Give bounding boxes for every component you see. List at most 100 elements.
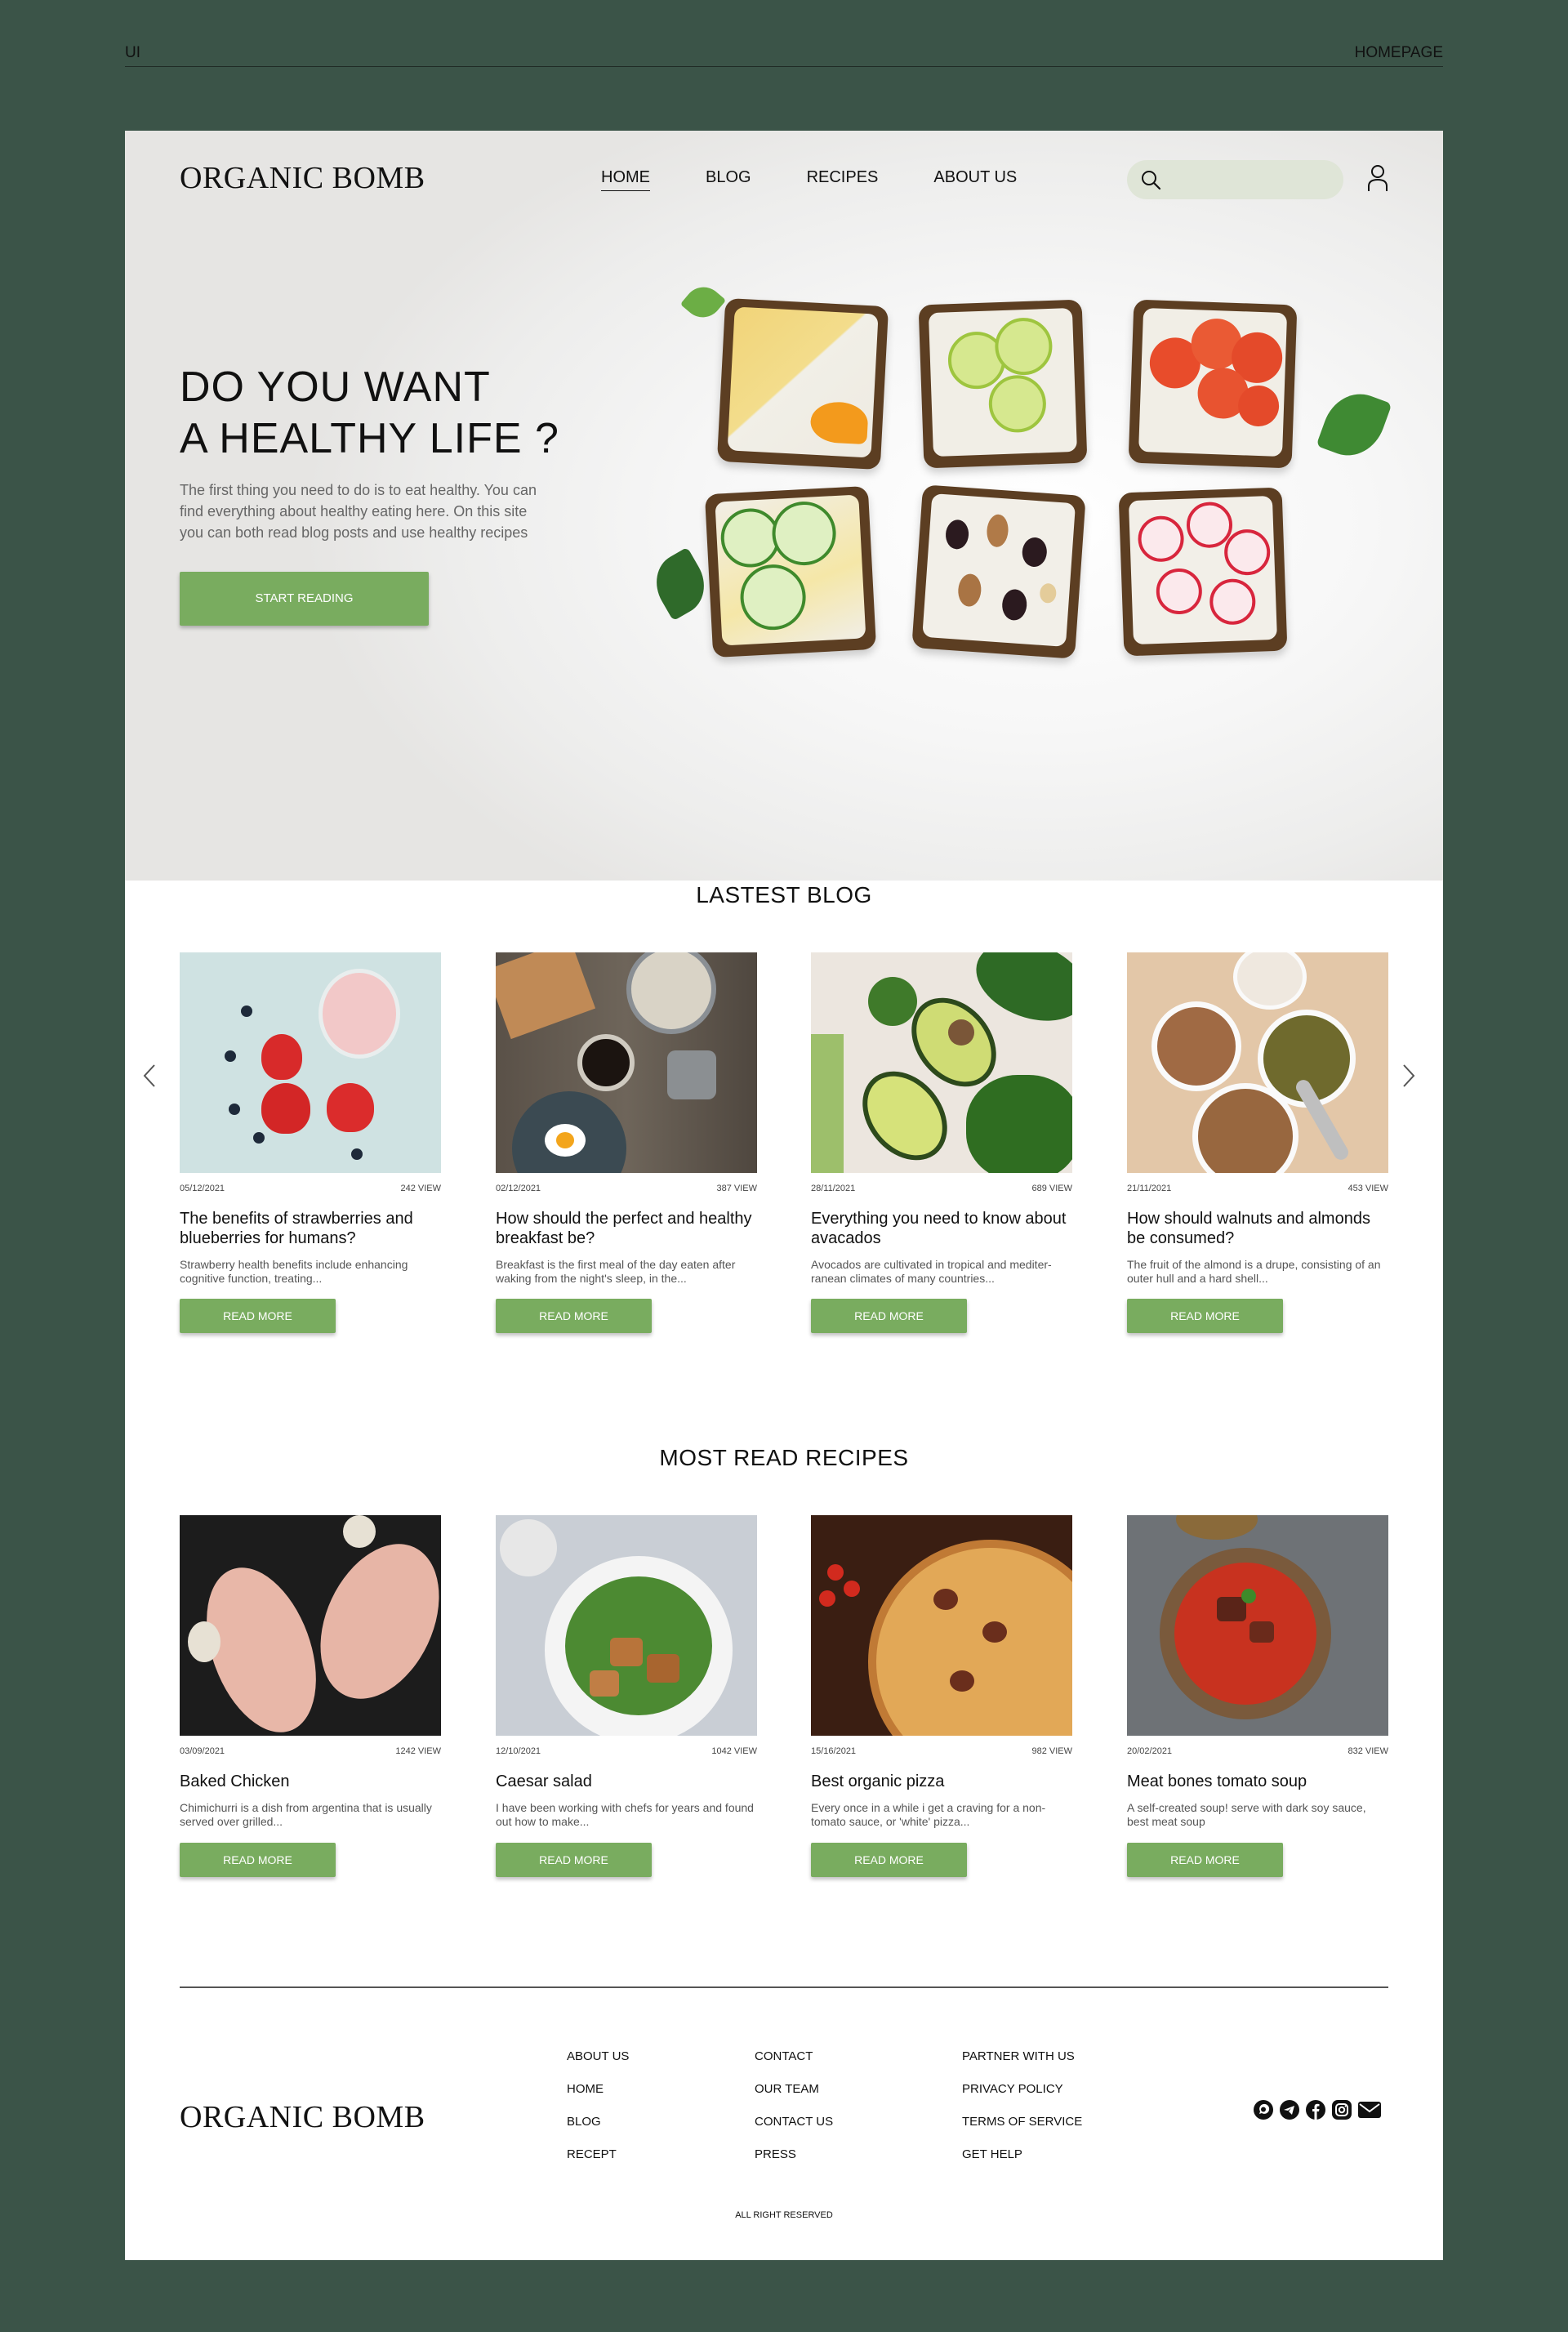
post-date: 02/12/2021: [496, 1184, 541, 1193]
recipe-meta: 03/09/2021 1242 VIEW: [180, 1746, 441, 1756]
telegram-icon[interactable]: [1279, 2099, 1300, 2120]
footer-divider: [180, 1986, 1388, 1988]
start-reading-button[interactable]: START READING: [180, 572, 429, 626]
blog-image-breakfast[interactable]: [496, 952, 757, 1173]
recipe-image-chicken[interactable]: [180, 1515, 441, 1736]
whatsapp-icon[interactable]: [1253, 2099, 1274, 2120]
leaf-garnish: [1316, 384, 1392, 466]
recipe-title[interactable]: Baked Chicken: [180, 1772, 441, 1791]
post-title[interactable]: Everything you need to know about avacad…: [811, 1209, 1072, 1248]
recipe-date: 15/16/2021: [811, 1746, 857, 1756]
post-title[interactable]: How should walnuts and almonds be consum…: [1127, 1209, 1388, 1248]
footer-link-recept[interactable]: RECEPT: [567, 2147, 629, 2179]
recipe-excerpt: I have been working with chefs for years…: [496, 1801, 754, 1828]
facebook-icon[interactable]: [1305, 2099, 1326, 2120]
chevron-right-icon[interactable]: [1399, 1063, 1417, 1088]
blog-section-title: LASTEST BLOG: [696, 882, 872, 907]
footer-link-blog[interactable]: BLOG: [567, 2114, 629, 2147]
recipe-image-caesar-salad[interactable]: [496, 1515, 757, 1736]
search-input[interactable]: [1127, 160, 1343, 199]
blog-image-nuts[interactable]: [1127, 952, 1388, 1173]
footer-column-1: ABOUT US HOME BLOG RECEPT: [567, 2049, 629, 2179]
blog-meta: 21/11/2021 453 VIEW: [1127, 1184, 1388, 1193]
post-date: 21/11/2021: [1127, 1184, 1172, 1193]
recipe-views: 1042 VIEW: [711, 1746, 757, 1756]
recipe-title[interactable]: Meat bones tomato soup: [1127, 1772, 1388, 1791]
toast-tomato: [1128, 299, 1298, 469]
footer-link-terms[interactable]: TERMS OF SERVICE: [962, 2114, 1082, 2147]
toast-nuts: [911, 484, 1086, 659]
recipe-views: 832 VIEW: [1348, 1746, 1388, 1756]
post-excerpt: Strawberry health benefits include enhan…: [180, 1258, 408, 1285]
read-more-button[interactable]: READ MORE: [496, 1299, 652, 1333]
nav-about-us[interactable]: ABOUT US: [933, 168, 1017, 191]
post-title[interactable]: The benefits of strawberries and blueber…: [180, 1209, 441, 1248]
read-more-button[interactable]: READ MORE: [496, 1843, 652, 1877]
toast-radish: [1118, 487, 1288, 657]
social-links: [1253, 2099, 1382, 2120]
footer-link-help[interactable]: GET HELP: [962, 2147, 1082, 2179]
frame-label-right: HOMEPAGE: [1354, 44, 1443, 61]
footer-link-about-us[interactable]: ABOUT US: [567, 2049, 629, 2081]
nav-recipes[interactable]: RECIPES: [807, 168, 879, 191]
footer-brand-logo[interactable]: ORGANIC BOMB: [180, 2099, 425, 2135]
hero-title: DO YOU WANT A HEALTHY LIFE ?: [180, 363, 559, 462]
footer-link-partner[interactable]: PARTNER WITH US: [962, 2049, 1082, 2081]
mail-icon[interactable]: [1357, 2100, 1382, 2120]
search-icon: [1142, 171, 1161, 190]
post-excerpt: Breakfast is the first meal of the day e…: [496, 1258, 736, 1285]
recipe-image-pizza[interactable]: [811, 1515, 1072, 1736]
nav-home[interactable]: HOME: [601, 168, 650, 191]
frame-header: UI HOMEPAGE: [125, 42, 1443, 67]
instagram-icon[interactable]: [1331, 2099, 1352, 2120]
main-nav: HOME BLOG RECIPES ABOUT US: [601, 168, 1072, 191]
recipe-date: 12/10/2021: [496, 1746, 541, 1756]
footer-column-3: PARTNER WITH US PRIVACY POLICY TERMS OF …: [962, 2049, 1082, 2179]
hero-image-toasts: [644, 279, 1399, 776]
recipe-views: 982 VIEW: [1031, 1746, 1072, 1756]
post-date: 28/11/2021: [811, 1184, 856, 1193]
post-excerpt: Avocados are cultivated in tropical and …: [811, 1258, 1052, 1285]
nav-blog[interactable]: BLOG: [706, 168, 751, 191]
read-more-button[interactable]: READ MORE: [1127, 1843, 1283, 1877]
footer-link-contact-us[interactable]: CONTACT US: [755, 2114, 833, 2147]
leaf-garnish: [644, 546, 716, 622]
footer-column-2: CONTACT OUR TEAM CONTACT US PRESS: [755, 2049, 833, 2179]
read-more-button[interactable]: READ MORE: [811, 1299, 967, 1333]
recipe-views: 1242 VIEW: [395, 1746, 441, 1756]
hero-section: ORGANIC BOMB HOME BLOG RECIPES ABOUT US …: [125, 131, 1443, 881]
toast-cucumber: [704, 485, 877, 658]
post-views: 453 VIEW: [1348, 1184, 1388, 1193]
footer-link-contact[interactable]: CONTACT: [755, 2049, 833, 2081]
recipe-excerpt: Chimichurri is a dish from argentina tha…: [180, 1801, 432, 1828]
post-title[interactable]: How should the perfect and healthy break…: [496, 1209, 757, 1248]
recipe-meta: 15/16/2021 982 VIEW: [811, 1746, 1072, 1756]
recipe-date: 03/09/2021: [180, 1746, 225, 1756]
chevron-left-icon[interactable]: [141, 1063, 159, 1088]
footer-link-our-team[interactable]: OUR TEAM: [755, 2081, 833, 2114]
leaf-garnish: [679, 279, 727, 326]
recipe-title[interactable]: Caesar salad: [496, 1772, 757, 1791]
blog-meta: 02/12/2021 387 VIEW: [496, 1184, 757, 1193]
brand-logo[interactable]: ORGANIC BOMB: [180, 160, 425, 196]
read-more-button[interactable]: READ MORE: [180, 1299, 336, 1333]
recipe-image-tomato-soup[interactable]: [1127, 1515, 1388, 1736]
blog-image-avocado[interactable]: [811, 952, 1072, 1173]
read-more-button[interactable]: READ MORE: [1127, 1299, 1283, 1333]
user-icon[interactable]: [1366, 164, 1389, 192]
recipe-meta: 12/10/2021 1042 VIEW: [496, 1746, 757, 1756]
blog-meta: 28/11/2021 689 VIEW: [811, 1184, 1072, 1193]
footer-link-press[interactable]: PRESS: [755, 2147, 833, 2179]
footer-link-home[interactable]: HOME: [567, 2081, 629, 2114]
blog-image-strawberries[interactable]: [180, 952, 441, 1173]
read-more-button[interactable]: READ MORE: [811, 1843, 967, 1877]
footer-link-privacy[interactable]: PRIVACY POLICY: [962, 2081, 1082, 2114]
recipe-meta: 20/02/2021 832 VIEW: [1127, 1746, 1388, 1756]
copyright-text: ALL RIGHT RESERVED: [735, 2210, 833, 2220]
homepage: ORGANIC BOMB HOME BLOG RECIPES ABOUT US …: [125, 131, 1443, 2260]
post-views: 387 VIEW: [716, 1184, 757, 1193]
recipe-title[interactable]: Best organic pizza: [811, 1772, 1072, 1791]
frame-label-left: UI: [125, 44, 140, 61]
recipe-date: 20/02/2021: [1127, 1746, 1173, 1756]
read-more-button[interactable]: READ MORE: [180, 1843, 336, 1877]
